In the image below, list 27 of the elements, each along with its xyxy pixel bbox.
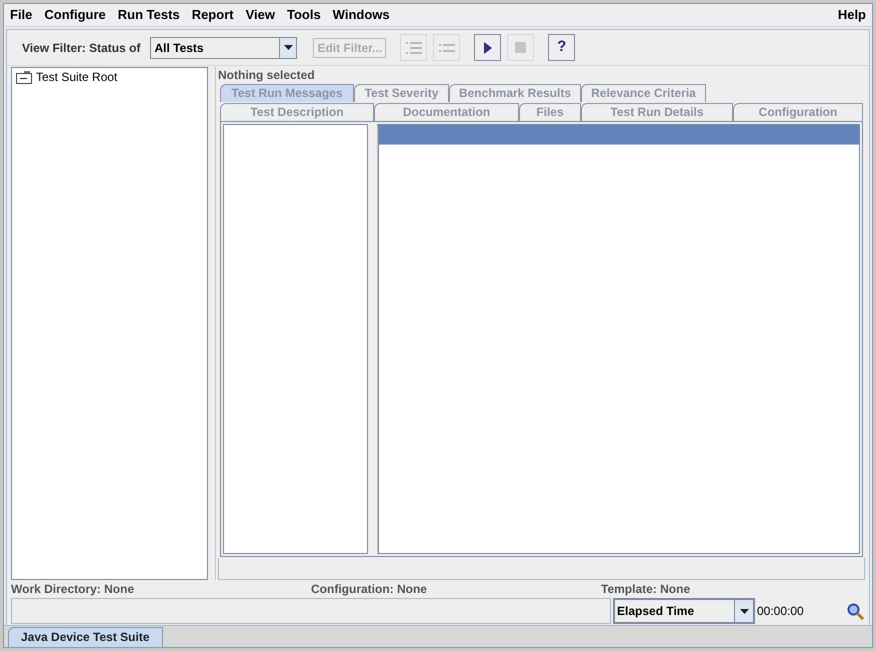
stop-icon xyxy=(515,42,526,53)
play-icon xyxy=(484,42,492,54)
help-menu[interactable]: Help xyxy=(838,5,866,25)
timer-dropdown[interactable]: Elapsed Time xyxy=(613,598,755,624)
work-directory-label: Work Directory: None xyxy=(11,581,136,598)
filter-dropdown[interactable]: All Tests xyxy=(150,36,298,58)
elapsed-time: 00:00:00 xyxy=(757,603,805,620)
menu-item[interactable]: Configure xyxy=(44,5,106,25)
template-label: Template: None xyxy=(601,581,690,598)
menu-item[interactable]: Windows xyxy=(332,5,390,25)
folder-icon[interactable] xyxy=(16,70,32,84)
tab[interactable]: Java Device Test Suite xyxy=(8,627,163,647)
tree-item[interactable]: Test Suite Root xyxy=(36,68,118,86)
list-icon xyxy=(406,40,422,54)
magnifier-icon[interactable] xyxy=(847,602,864,620)
menu-item[interactable]: View xyxy=(246,5,275,25)
menu-item[interactable]: Tools xyxy=(286,5,321,25)
help-button[interactable]: ? xyxy=(548,34,576,61)
caret-icon xyxy=(740,608,748,614)
selection-heading: Nothing selected xyxy=(218,67,316,83)
menu-item[interactable]: Report xyxy=(192,5,234,25)
start-button[interactable] xyxy=(474,34,502,61)
menu-item[interactable]: Run Tests xyxy=(118,5,180,25)
menu-item[interactable]: File xyxy=(10,5,32,25)
caret-icon xyxy=(284,45,293,50)
filter-label: View Filter: Status of xyxy=(22,40,140,56)
configuration-label: Configuration: None xyxy=(311,581,428,598)
